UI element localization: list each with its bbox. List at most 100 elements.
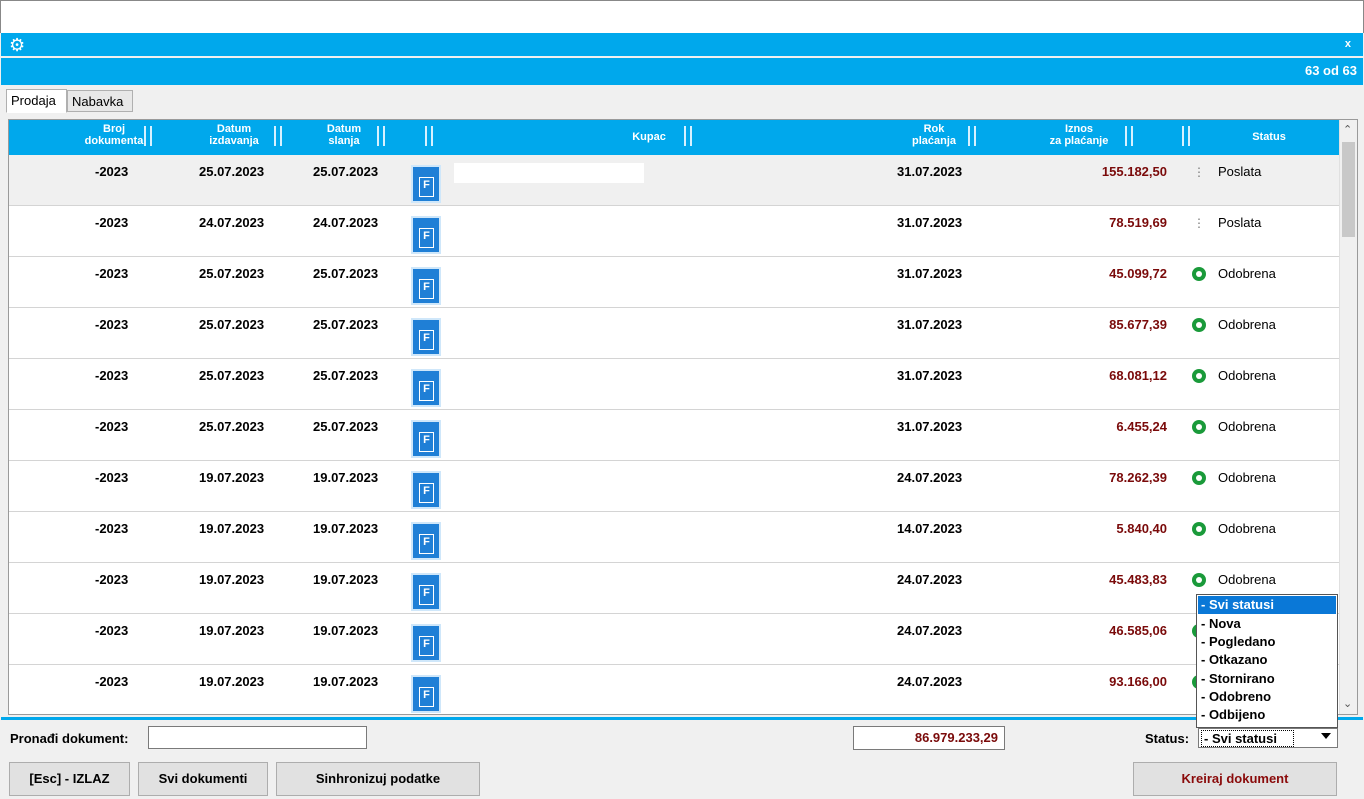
status-option-svi[interactable]: - Svi statusi: [1198, 596, 1336, 614]
datum-izdavanja-cell: 25.07.2023: [199, 419, 265, 434]
broj-cell: -2023: [95, 470, 129, 485]
document-icon[interactable]: F: [411, 522, 441, 560]
document-icon[interactable]: F: [411, 624, 441, 662]
status-cell: Odobrena: [1218, 266, 1276, 281]
col-broj-label-1: Broj: [103, 123, 125, 135]
sent-status-icon: ⋮: [1193, 165, 1205, 179]
sort-icon[interactable]: [1122, 124, 1136, 150]
tab-prodaja[interactable]: Prodaja: [6, 89, 67, 113]
find-document-label: Pronađi dokument:: [10, 731, 129, 746]
table-row[interactable]: -2023 25.07.2023 25.07.2023 F 31.07.2023…: [9, 410, 1339, 461]
approved-status-icon: [1192, 369, 1206, 383]
status-option-odbijeno[interactable]: - Odbijeno: [1198, 706, 1336, 724]
rok-cell: 31.07.2023: [897, 317, 963, 332]
iznos-cell: 5.840,40: [1116, 521, 1167, 536]
kupac-cell: [454, 163, 644, 183]
broj-cell: -2023: [95, 266, 129, 281]
status-option-nova[interactable]: - Nova: [1198, 615, 1336, 633]
table-row[interactable]: -2023 25.07.2023 25.07.2023 F 31.07.2023…: [9, 155, 1339, 206]
table-row[interactable]: -2023 25.07.2023 25.07.2023 F 31.07.2023…: [9, 359, 1339, 410]
col-rok-placanja[interactable]: Rok plaćanja: [904, 123, 964, 147]
table-row[interactable]: -2023 25.07.2023 25.07.2023 F 31.07.2023…: [9, 308, 1339, 359]
kupac-cell: [454, 367, 644, 387]
document-icon-letter: F: [419, 534, 434, 554]
scroll-down-icon[interactable]: ⌄: [1343, 697, 1352, 710]
sort-icon[interactable]: [141, 124, 155, 150]
sync-data-button[interactable]: Sinhronizuj podatke: [276, 762, 480, 796]
kupac-cell: [454, 469, 644, 489]
rok-cell: 24.07.2023: [897, 470, 963, 485]
document-icon[interactable]: F: [411, 420, 441, 458]
status-option-odobreno[interactable]: - Odobreno: [1198, 688, 1336, 706]
approved-status-icon: [1192, 573, 1206, 587]
col-broj-dokumenta[interactable]: Broj dokumenta: [79, 123, 149, 147]
sort-icon[interactable]: [681, 124, 695, 150]
col-kupac[interactable]: Kupac: [619, 131, 679, 143]
find-document-input[interactable]: [148, 726, 367, 749]
table-row[interactable]: -2023 19.07.2023 19.07.2023 F 24.07.2023…: [9, 665, 1339, 714]
col-iznos-label-2: za plaćanje: [1049, 135, 1109, 147]
sort-icon[interactable]: [271, 124, 285, 150]
datum-slanja-cell: 19.07.2023: [313, 623, 379, 638]
col-status-label: Status: [1252, 131, 1286, 143]
status-cell: Poslata: [1218, 215, 1262, 230]
status-option-otkazano[interactable]: - Otkazano: [1198, 651, 1336, 669]
broj-cell: -2023: [95, 623, 129, 638]
exit-button[interactable]: [Esc] - IZLAZ: [9, 762, 130, 796]
sort-icon[interactable]: [374, 124, 388, 150]
sort-icon[interactable]: [965, 124, 979, 150]
gear-icon[interactable]: ⚙: [9, 35, 29, 55]
status-option-pogledano[interactable]: - Pogledano: [1198, 633, 1336, 651]
status-filter-select[interactable]: - Svi statusi: [1198, 728, 1338, 748]
broj-cell: -2023: [95, 419, 129, 434]
create-document-button[interactable]: Kreiraj dokument: [1133, 762, 1337, 796]
all-documents-button[interactable]: Svi dokumenti: [138, 762, 268, 796]
broj-cell: -2023: [95, 674, 129, 689]
datum-izdavanja-cell: 19.07.2023: [199, 623, 265, 638]
datum-izdavanja-cell: 19.07.2023: [199, 572, 265, 587]
kupac-cell: [454, 520, 644, 540]
table-row[interactable]: -2023 19.07.2023 19.07.2023 F 24.07.2023…: [9, 461, 1339, 512]
status-option-stornirano[interactable]: - Stornirano: [1198, 670, 1336, 688]
scroll-up-icon[interactable]: ⌃: [1343, 123, 1352, 136]
total-amount: 86.979.233,29: [853, 726, 1005, 750]
document-icon[interactable]: F: [411, 369, 441, 407]
table-row[interactable]: -2023 19.07.2023 19.07.2023 F 24.07.2023…: [9, 563, 1339, 614]
document-icon[interactable]: F: [411, 318, 441, 356]
document-icon[interactable]: F: [411, 573, 441, 611]
chevron-down-icon[interactable]: [1321, 733, 1331, 739]
status-cell: Odobrena: [1218, 317, 1276, 332]
status-cell: Odobrena: [1218, 419, 1276, 434]
iznos-cell: 78.519,69: [1109, 215, 1167, 230]
datum-slanja-cell: 25.07.2023: [313, 419, 379, 434]
scroll-thumb[interactable]: [1342, 142, 1355, 237]
kupac-cell: [454, 316, 644, 336]
table-row[interactable]: -2023 24.07.2023 24.07.2023 F 31.07.2023…: [9, 206, 1339, 257]
status-cell: Odobrena: [1218, 368, 1276, 383]
documents-grid: Broj dokumenta Datum izdavanja Datum sla…: [8, 119, 1358, 715]
close-button[interactable]: x: [1345, 38, 1351, 50]
rok-cell: 31.07.2023: [897, 419, 963, 434]
table-row[interactable]: -2023 19.07.2023 19.07.2023 F 24.07.2023…: [9, 614, 1339, 665]
document-icon-letter: F: [419, 330, 434, 350]
document-icon[interactable]: F: [411, 216, 441, 254]
col-iznos[interactable]: Iznos za plaćanje: [1039, 123, 1119, 147]
kupac-cell: [454, 265, 644, 285]
iznos-cell: 46.585,06: [1109, 623, 1167, 638]
broj-cell: -2023: [95, 317, 129, 332]
table-row[interactable]: -2023 19.07.2023 19.07.2023 F 14.07.2023…: [9, 512, 1339, 563]
tab-nabavka[interactable]: Nabavka: [67, 90, 133, 112]
sort-icon[interactable]: [1179, 124, 1193, 150]
sort-icon[interactable]: [422, 124, 436, 150]
col-datum-slanja[interactable]: Datum slanja: [319, 123, 369, 147]
title-bar: ⚙ x: [1, 33, 1363, 56]
col-datum-izdavanja[interactable]: Datum izdavanja: [199, 123, 269, 147]
document-icon[interactable]: F: [411, 165, 441, 203]
vertical-scrollbar[interactable]: ⌃ ⌄: [1339, 120, 1357, 714]
document-icon[interactable]: F: [411, 675, 441, 713]
document-icon[interactable]: F: [411, 471, 441, 509]
kupac-cell: [454, 673, 644, 693]
table-row[interactable]: -2023 25.07.2023 25.07.2023 F 31.07.2023…: [9, 257, 1339, 308]
document-icon[interactable]: F: [411, 267, 441, 305]
col-status[interactable]: Status: [1239, 131, 1299, 143]
